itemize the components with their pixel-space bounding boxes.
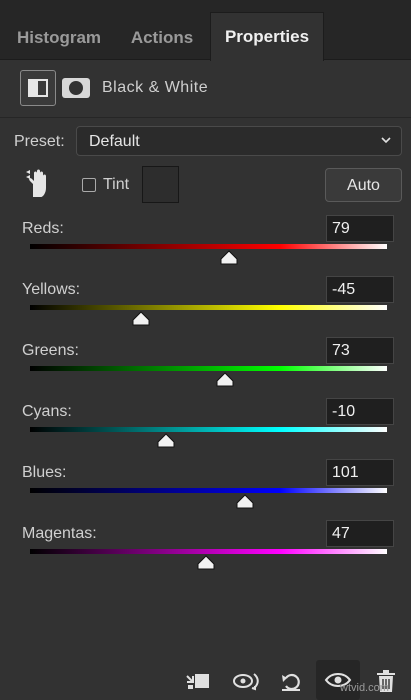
slider-value-input[interactable]: 101	[326, 459, 394, 486]
auto-button[interactable]: Auto	[325, 168, 402, 202]
reset-icon[interactable]	[278, 668, 306, 694]
slider-track[interactable]	[30, 549, 387, 554]
slider-thumb[interactable]	[157, 433, 175, 448]
view-previous-state-icon[interactable]	[232, 668, 260, 694]
slider-label: Yellows:	[22, 281, 81, 298]
slider-value-input[interactable]: 79	[326, 215, 394, 242]
slider-thumb[interactable]	[236, 494, 254, 509]
tab-histogram[interactable]: Histogram	[4, 14, 114, 60]
panel-tab-bar: Histogram Actions Properties	[0, 0, 411, 61]
tint-color-swatch[interactable]	[142, 166, 179, 203]
tint-label: Tint	[103, 176, 130, 193]
bottom-toolbar	[0, 660, 411, 700]
slider-track[interactable]	[30, 305, 387, 310]
slider-value-input[interactable]: -10	[326, 398, 394, 425]
tint-checkbox[interactable]	[82, 178, 96, 192]
slider-thumb[interactable]	[132, 311, 150, 326]
watermark: wtvid.com	[340, 682, 389, 694]
targeted-adjustment-hand-icon[interactable]	[24, 168, 50, 198]
tab-actions[interactable]: Actions	[118, 14, 206, 60]
preset-label: Preset:	[14, 133, 65, 150]
visibility-toggle[interactable]	[316, 660, 360, 700]
slider-track[interactable]	[30, 366, 387, 371]
slider-track[interactable]	[30, 427, 387, 432]
slider-label: Magentas:	[22, 525, 97, 542]
adjustment-header: Black & White	[0, 68, 411, 112]
adjustment-title: Black & White	[102, 79, 209, 96]
header-divider	[0, 117, 411, 118]
slider-label: Greens:	[22, 342, 79, 359]
slider-thumb[interactable]	[197, 555, 215, 570]
mask-icon-circle	[69, 81, 83, 95]
slider-value-input[interactable]: -45	[326, 276, 394, 303]
slider-label: Reds:	[22, 220, 64, 237]
slider-value-input[interactable]: 47	[326, 520, 394, 547]
black-white-adjustment-icon[interactable]	[20, 70, 56, 106]
slider-track[interactable]	[30, 488, 387, 493]
slider-label: Cyans:	[22, 403, 72, 420]
preset-value: Default	[89, 133, 140, 150]
adjustment-icon-frame	[28, 79, 48, 97]
preset-dropdown[interactable]: Default	[76, 126, 402, 156]
slider-value-input[interactable]: 73	[326, 337, 394, 364]
adjustment-icon-fill	[30, 81, 38, 95]
chevron-down-icon	[381, 137, 391, 144]
mask-icon[interactable]	[62, 78, 90, 98]
clip-to-layer-icon[interactable]	[184, 668, 212, 694]
slider-label: Blues:	[22, 464, 67, 481]
slider-track[interactable]	[30, 244, 387, 249]
tab-properties[interactable]: Properties	[210, 12, 324, 61]
slider-thumb[interactable]	[216, 372, 234, 387]
slider-thumb[interactable]	[220, 250, 238, 265]
